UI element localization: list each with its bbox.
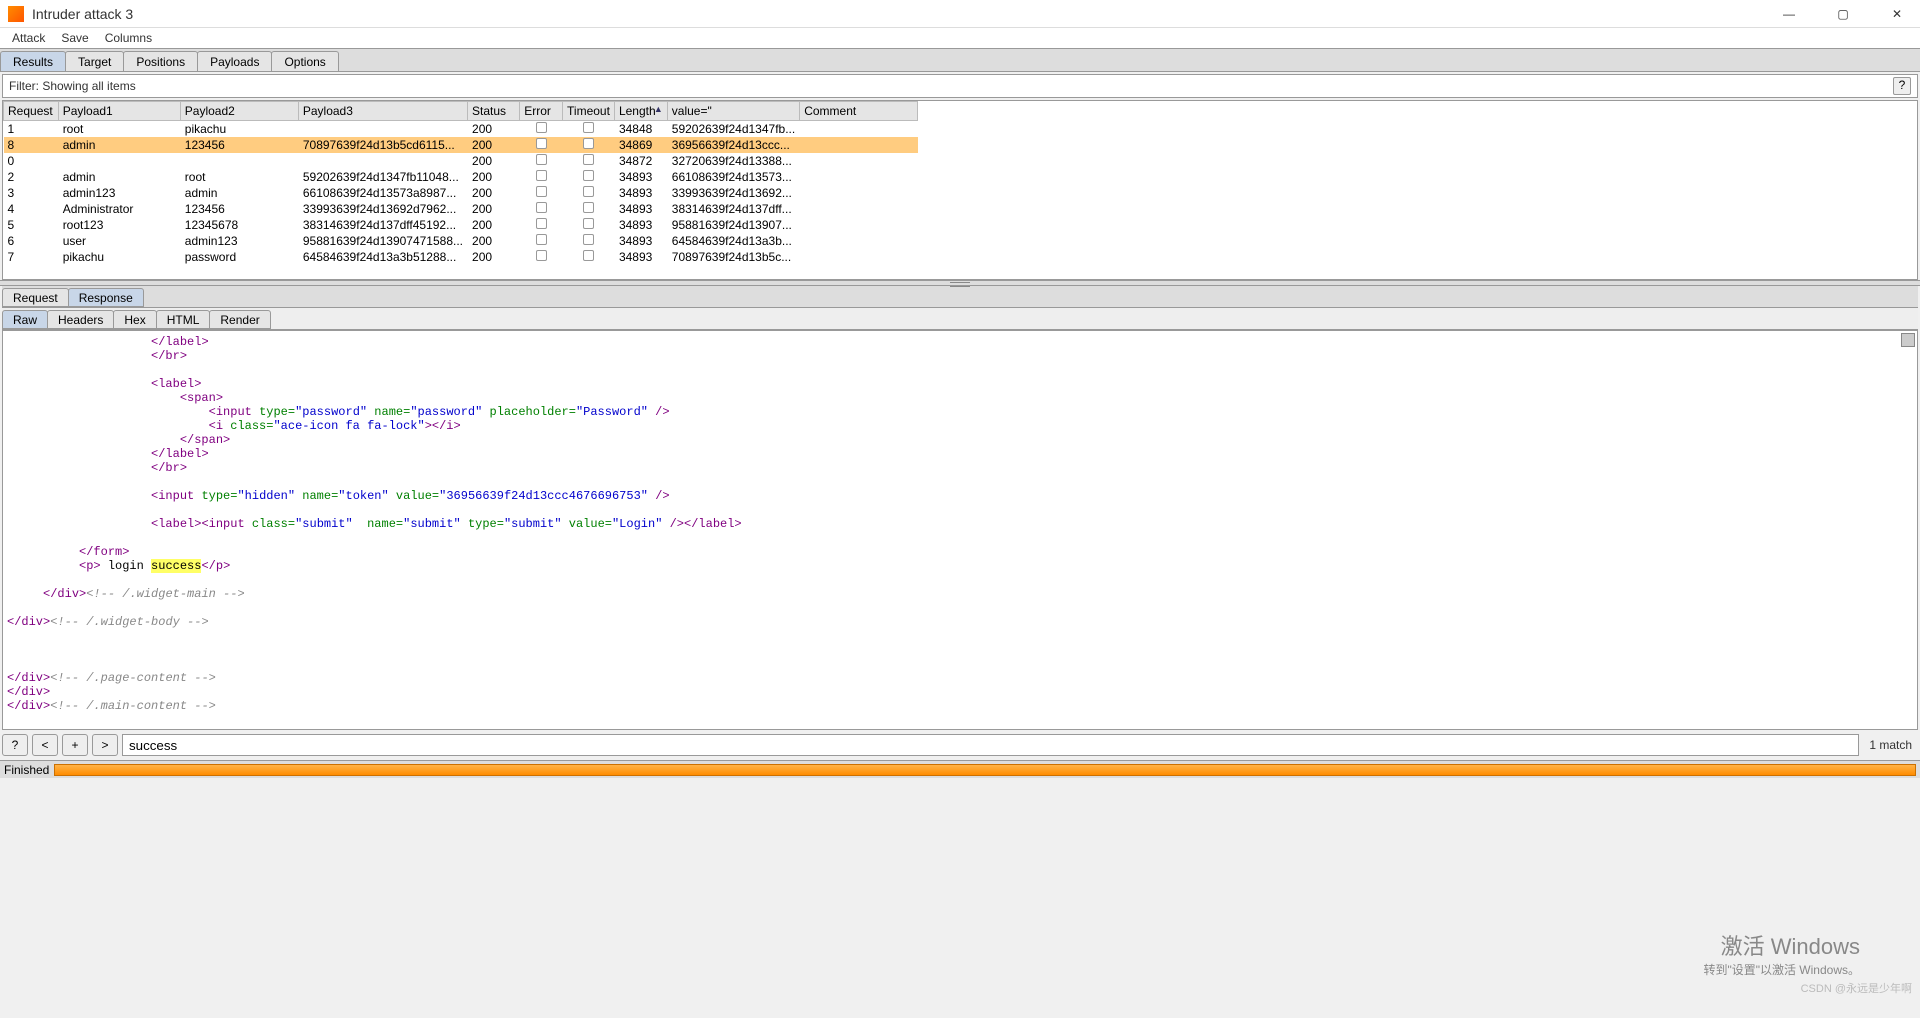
col-payload1[interactable]: Payload1 <box>58 102 180 121</box>
subtab-response[interactable]: Response <box>68 288 144 307</box>
menu-bar: Attack Save Columns <box>0 28 1920 48</box>
close-button[interactable]: ✕ <box>1882 7 1912 21</box>
menu-columns[interactable]: Columns <box>99 29 158 47</box>
table-row[interactable]: 02003487232720639f24d13388... <box>4 153 918 169</box>
menu-save[interactable]: Save <box>55 29 94 47</box>
match-count: 1 match <box>1863 738 1918 752</box>
tab-options[interactable]: Options <box>271 51 338 71</box>
col-timeout[interactable]: Timeout <box>563 102 615 121</box>
search-prev-button[interactable]: < <box>32 734 58 756</box>
tab-results[interactable]: Results <box>0 51 66 71</box>
main-tabs: Results Target Positions Payloads Option… <box>0 48 1920 72</box>
table-row[interactable]: 8admin12345670897639f24d13b5cd6115...200… <box>4 137 918 153</box>
title-bar: Intruder attack 3 — ▢ ✕ <box>0 0 1920 28</box>
tab-positions[interactable]: Positions <box>123 51 198 71</box>
col-payload2[interactable]: Payload2 <box>180 102 298 121</box>
search-help-button[interactable]: ? <box>2 734 28 756</box>
results-table-wrap: Request Payload1 Payload2 Payload3 Statu… <box>2 100 1918 280</box>
progress-bar <box>54 764 1916 776</box>
table-header-row: Request Payload1 Payload2 Payload3 Statu… <box>4 102 918 121</box>
table-row[interactable]: 2adminroot59202639f24d1347fb11048...2003… <box>4 169 918 185</box>
window-controls: — ▢ ✕ <box>1774 7 1912 21</box>
col-comment[interactable]: Comment <box>800 102 918 121</box>
viewtab-render[interactable]: Render <box>209 310 270 329</box>
table-row[interactable]: 4Administrator12345633993639f24d13692d79… <box>4 201 918 217</box>
reqres-tabs: Request Response <box>2 286 1918 308</box>
windows-watermark: 激活 Windows 转到"设置"以激活 Windows。 <box>1703 929 1860 978</box>
maximize-button[interactable]: ▢ <box>1828 7 1858 21</box>
tab-target[interactable]: Target <box>65 51 124 71</box>
viewtab-html[interactable]: HTML <box>156 310 211 329</box>
col-value[interactable]: value=" <box>667 102 799 121</box>
minimize-button[interactable]: — <box>1774 7 1804 21</box>
table-row[interactable]: 7pikachupassword64584639f24d13a3b51288..… <box>4 249 918 265</box>
col-payload3[interactable]: Payload3 <box>298 102 467 121</box>
help-button[interactable]: ? <box>1893 77 1911 95</box>
table-row[interactable]: 5root1231234567838314639f24d137dff45192.… <box>4 217 918 233</box>
filter-text: Filter: Showing all items <box>9 79 1893 93</box>
h-splitter[interactable] <box>0 280 1920 286</box>
window-title: Intruder attack 3 <box>32 6 1774 22</box>
subtab-request[interactable]: Request <box>2 288 69 307</box>
csdn-watermark: CSDN @永远是少年啊 <box>1801 980 1912 996</box>
status-label: Finished <box>4 763 54 777</box>
search-next-button[interactable]: > <box>92 734 118 756</box>
menu-attack[interactable]: Attack <box>6 29 51 47</box>
tab-payloads[interactable]: Payloads <box>197 51 272 71</box>
viewtab-hex[interactable]: Hex <box>113 310 156 329</box>
results-table[interactable]: Request Payload1 Payload2 Payload3 Statu… <box>3 101 918 265</box>
col-request[interactable]: Request <box>4 102 59 121</box>
col-error[interactable]: Error <box>520 102 563 121</box>
col-length[interactable]: Length <box>614 102 667 121</box>
table-row[interactable]: 6useradmin12395881639f24d13907471588...2… <box>4 233 918 249</box>
viewtab-raw[interactable]: Raw <box>2 310 48 329</box>
search-input[interactable] <box>122 734 1859 756</box>
filter-bar[interactable]: Filter: Showing all items ? <box>2 74 1918 98</box>
table-row[interactable]: 3admin123admin66108639f24d13573a8987...2… <box>4 185 918 201</box>
search-add-button[interactable]: + <box>62 734 88 756</box>
status-bar: Finished <box>0 760 1920 778</box>
app-icon <box>8 6 24 22</box>
view-tabs: Raw Headers Hex HTML Render <box>2 308 1918 330</box>
search-bar: ? < + > 1 match <box>2 734 1918 756</box>
response-body-raw[interactable]: </label> </br> <label> <span> <input typ… <box>2 330 1918 730</box>
col-status[interactable]: Status <box>468 102 520 121</box>
viewtab-headers[interactable]: Headers <box>47 310 114 329</box>
table-row[interactable]: 1rootpikachu2003484859202639f24d1347fb..… <box>4 121 918 138</box>
